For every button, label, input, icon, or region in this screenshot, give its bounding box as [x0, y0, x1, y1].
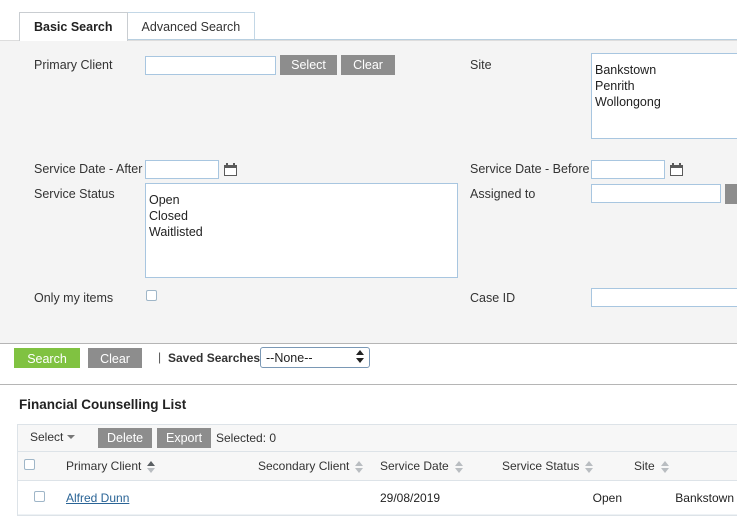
service-status-option-waitlisted[interactable]: Waitlisted	[146, 224, 457, 240]
column-label-service-status: Service Status	[502, 459, 579, 473]
cell-primary-client: Alfred Dunn	[60, 481, 252, 515]
only-my-items-label: Only my items	[34, 291, 113, 305]
service-status-option-closed[interactable]: Closed	[146, 208, 457, 224]
action-bar-divider: |	[158, 350, 161, 364]
service-date-before-input[interactable]	[591, 160, 665, 179]
tab-basic-search[interactable]: Basic Search	[19, 12, 128, 41]
service-status-label: Service Status	[34, 187, 115, 201]
sort-ascending-icon[interactable]	[147, 460, 156, 473]
table-header-row: Primary Client Secondary Client	[18, 452, 737, 481]
table-toolbar: Select Delete Export Selected: 0	[18, 425, 737, 452]
select-dropdown[interactable]: Select	[30, 430, 75, 444]
tab-bar: Basic Search Advanced Search	[0, 0, 737, 40]
selected-count: Selected: 0	[216, 431, 276, 445]
column-label-service-date: Service Date	[380, 459, 449, 473]
row-select-cell[interactable]	[18, 481, 60, 515]
service-date-after-label: Service Date - After	[34, 162, 142, 176]
cell-service-status: Open	[496, 481, 628, 515]
select-dropdown-label: Select	[30, 430, 63, 444]
primary-client-link[interactable]: Alfred Dunn	[66, 491, 129, 505]
saved-searches-label: Saved Searches	[168, 351, 260, 365]
cell-site: Bankstown	[628, 481, 737, 515]
column-label-primary-client: Primary Client	[66, 459, 141, 473]
only-my-items-checkbox[interactable]	[146, 290, 157, 301]
site-option-bankstown[interactable]: Bankstown	[592, 62, 737, 78]
results-table-container: Select Delete Export Selected: 0 Primary…	[17, 424, 737, 516]
results-table: Primary Client Secondary Client	[18, 452, 737, 515]
assigned-to-label: Assigned to	[470, 187, 535, 201]
export-button[interactable]: Export	[157, 428, 211, 448]
column-header-service-date[interactable]: Service Date	[374, 452, 496, 481]
tab-list: Basic Search Advanced Search	[19, 12, 255, 41]
primary-client-input[interactable]	[145, 56, 276, 75]
sort-icon[interactable]	[455, 460, 464, 473]
service-date-after-input[interactable]	[145, 160, 219, 179]
page-title: Financial Counselling List	[19, 397, 186, 412]
column-label-site: Site	[634, 459, 655, 473]
sort-icon[interactable]	[661, 460, 670, 473]
column-header-secondary-client[interactable]: Secondary Client	[252, 452, 374, 481]
site-listbox[interactable]: Bankstown Penrith Wollongong	[591, 53, 737, 139]
clear-button[interactable]: Clear	[88, 348, 142, 368]
table-row[interactable]: Alfred Dunn 29/08/2019 Open Bankstown	[18, 481, 737, 515]
search-panel: Primary Client Select Clear Site Banksto…	[0, 40, 737, 343]
service-status-option-open[interactable]: Open	[146, 192, 457, 208]
assigned-to-select-button[interactable]	[725, 184, 737, 204]
select-all-checkbox[interactable]	[24, 459, 35, 470]
site-option-wollongong[interactable]: Wollongong	[592, 94, 737, 110]
search-button[interactable]: Search	[14, 348, 80, 368]
service-date-before-label: Service Date - Before	[470, 162, 590, 176]
column-header-select-all[interactable]	[18, 452, 60, 481]
delete-button[interactable]: Delete	[98, 428, 152, 448]
saved-searches-select[interactable]: --None--	[260, 347, 370, 368]
cell-secondary-client	[252, 481, 374, 515]
primary-client-select-button[interactable]: Select	[280, 55, 337, 75]
site-label: Site	[470, 58, 492, 72]
chevron-down-icon	[67, 435, 75, 439]
calendar-icon[interactable]	[224, 163, 237, 176]
sort-icon[interactable]	[585, 460, 594, 473]
primary-client-clear-button[interactable]: Clear	[341, 55, 395, 75]
column-label-secondary-client: Secondary Client	[258, 459, 349, 473]
search-page: Basic Search Advanced Search Primary Cli…	[0, 0, 737, 532]
row-checkbox[interactable]	[34, 491, 45, 502]
tab-advanced-search[interactable]: Advanced Search	[127, 12, 256, 41]
sort-icon[interactable]	[355, 460, 364, 473]
column-header-primary-client[interactable]: Primary Client	[60, 452, 252, 481]
assigned-to-input[interactable]	[591, 184, 721, 203]
case-id-label: Case ID	[470, 291, 515, 305]
cell-service-date: 29/08/2019	[374, 481, 496, 515]
primary-client-label: Primary Client	[34, 58, 113, 72]
column-header-site[interactable]: Site	[628, 452, 737, 481]
column-header-service-status[interactable]: Service Status	[496, 452, 628, 481]
case-id-input[interactable]	[591, 288, 737, 307]
calendar-icon[interactable]	[670, 163, 683, 176]
site-option-penrith[interactable]: Penrith	[592, 78, 737, 94]
service-status-listbox[interactable]: Open Closed Waitlisted	[145, 183, 458, 278]
